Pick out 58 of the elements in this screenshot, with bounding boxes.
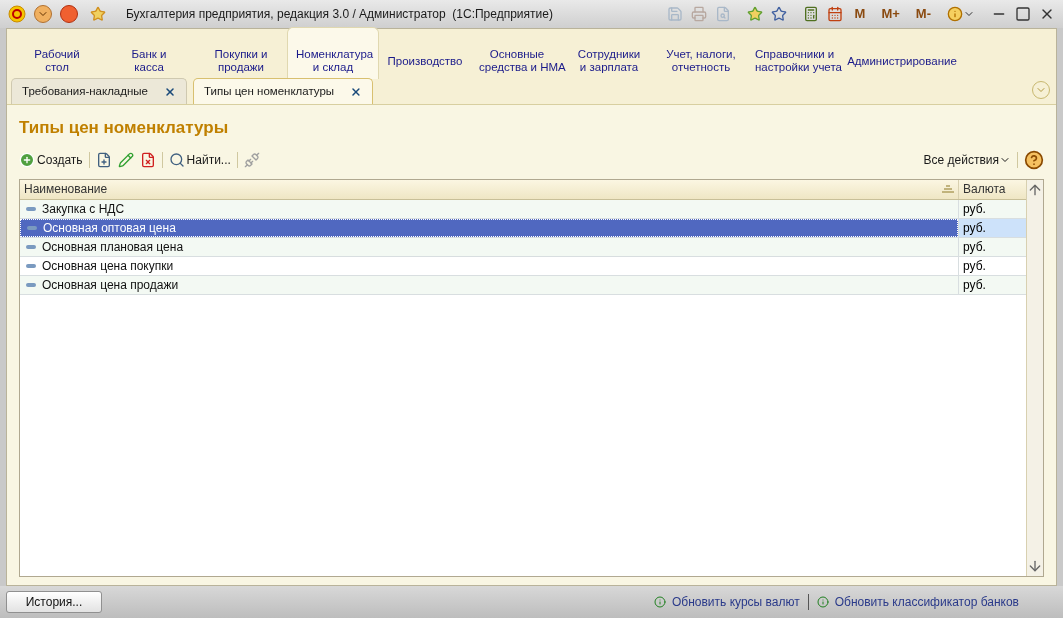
search-icon bbox=[168, 151, 185, 168]
calendar-icon[interactable] bbox=[826, 6, 843, 22]
table-cell-text: руб. bbox=[963, 257, 986, 275]
info-icon bbox=[816, 596, 829, 608]
table-cell-text: руб. bbox=[963, 219, 986, 237]
tab-label: Типы цен номенклатуры bbox=[204, 83, 335, 99]
tab-label: Требования-накладные bbox=[22, 83, 148, 99]
window-title: Бухгалтерия предприятия, редакция 3.0 / Администратор (1С:Предприятие) bbox=[126, 6, 553, 23]
app-logo-icon[interactable] bbox=[8, 5, 26, 23]
info-icon bbox=[654, 596, 666, 608]
item-icon bbox=[26, 206, 36, 211]
section-tab[interactable]: Рабочий стол bbox=[11, 29, 103, 79]
memory-button[interactable]: M bbox=[850, 4, 870, 24]
calculator-icon[interactable] bbox=[802, 6, 819, 22]
maximize-icon[interactable] bbox=[1015, 6, 1031, 22]
table-cell-text: Основная оптовая цена bbox=[43, 219, 176, 237]
help-icon[interactable] bbox=[1024, 149, 1044, 170]
section-tab[interactable]: Производство bbox=[379, 29, 471, 79]
menu-button[interactable] bbox=[34, 5, 52, 23]
table-cell-text: руб. bbox=[963, 238, 986, 256]
table-cell-text: Основная цена покупки bbox=[42, 257, 174, 275]
section-tab[interactable]: Номенклатура и склад bbox=[287, 27, 379, 79]
table-cell-text: Закупка с НДС bbox=[42, 200, 125, 218]
create-button[interactable]: Создать bbox=[19, 150, 83, 169]
status-link[interactable]: Обновить курсы валют bbox=[654, 593, 800, 611]
document-tab[interactable]: Требования-накладные bbox=[11, 78, 187, 104]
table-cell-text: руб. bbox=[963, 276, 986, 294]
stop-button[interactable] bbox=[60, 5, 78, 23]
table-cell-text: Основная плановая цена bbox=[42, 238, 184, 256]
section-tab[interactable]: Учет, налоги, отчетность bbox=[655, 29, 747, 79]
form-title: Типы цен номенклатуры bbox=[19, 117, 230, 139]
info-button[interactable] bbox=[947, 6, 975, 22]
item-icon bbox=[26, 244, 36, 249]
column-header[interactable]: Наименование bbox=[20, 179, 958, 199]
bookmark-star-icon[interactable] bbox=[770, 6, 787, 22]
section-tab[interactable]: Покупки и продажи bbox=[195, 29, 287, 79]
plus-icon bbox=[19, 151, 35, 168]
table-cell-text: руб. bbox=[963, 200, 986, 218]
status-link[interactable]: Обновить классификатор банков bbox=[816, 593, 1019, 611]
scroll-down-icon[interactable] bbox=[1027, 558, 1043, 574]
history-button[interactable]: История... bbox=[6, 591, 102, 613]
memory-button[interactable]: M- bbox=[911, 4, 935, 24]
info-icon bbox=[947, 6, 963, 22]
edit-icon[interactable] bbox=[117, 151, 134, 168]
section-tab[interactable]: Банк и касса bbox=[103, 29, 195, 79]
memory-button[interactable]: M+ bbox=[877, 4, 904, 24]
document-tab[interactable]: Типы цен номенклатуры bbox=[193, 78, 373, 104]
item-icon bbox=[26, 263, 36, 268]
item-icon bbox=[26, 282, 36, 287]
sort-icon bbox=[942, 185, 954, 193]
all-actions-button[interactable]: Все действия bbox=[923, 150, 1011, 169]
find-button[interactable]: Найти... bbox=[168, 150, 231, 169]
delete-icon[interactable] bbox=[139, 151, 156, 168]
item-icon bbox=[27, 225, 37, 230]
favorites-star-icon[interactable] bbox=[90, 6, 106, 22]
scrollbar[interactable] bbox=[1026, 179, 1043, 576]
table-cell-text: Основная цена продажи bbox=[42, 276, 179, 294]
copy-icon[interactable] bbox=[95, 151, 112, 168]
